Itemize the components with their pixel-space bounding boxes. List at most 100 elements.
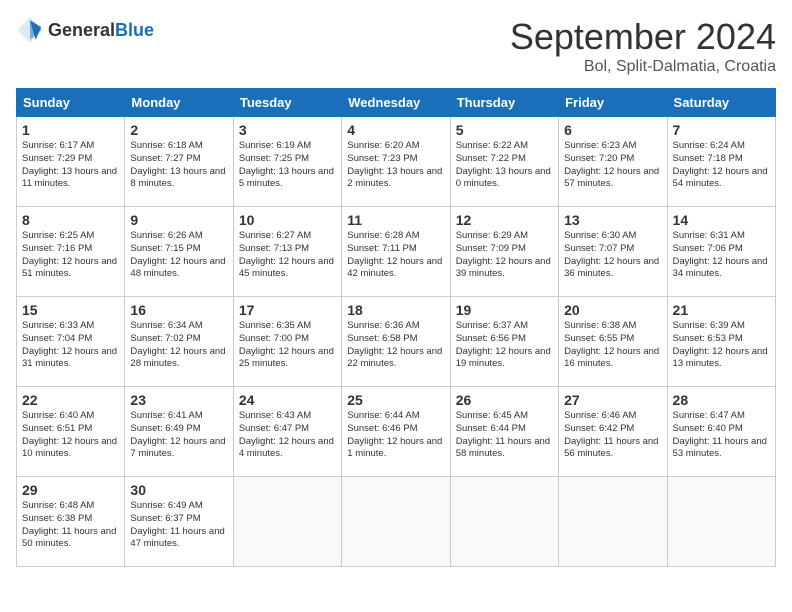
logo: GeneralBlue: [16, 16, 154, 44]
calendar-day-18: 18 Sunrise: 6:36 AMSunset: 6:58 PMDayligh…: [342, 297, 450, 387]
calendar-day-15: 15 Sunrise: 6:33 AMSunset: 7:04 PMDayligh…: [17, 297, 125, 387]
calendar-day-10: 10Sunrise: 6:27 AMSunset: 7:13 PMDayligh…: [233, 207, 341, 297]
day-number: 12: [456, 212, 553, 228]
header-friday: Friday: [559, 89, 667, 117]
calendar-week-2: 8Sunrise: 6:25 AMSunset: 7:16 PMDaylight…: [17, 207, 776, 297]
day-number: 19: [456, 302, 553, 318]
logo-blue: Blue: [115, 20, 154, 40]
cell-details: Sunrise: 6:45 AMSunset: 6:44 PMDaylight:…: [456, 410, 553, 461]
calendar-location: Bol, Split-Dalmatia, Croatia: [510, 58, 776, 76]
cell-details: Sunrise: 6:30 AMSunset: 7:07 PMDaylight:…: [564, 230, 661, 281]
cell-details: Sunrise: 6:26 AMSunset: 7:15 PMDaylight:…: [130, 230, 227, 281]
calendar-day-9: 9 Sunrise: 6:26 AMSunset: 7:15 PMDaylight…: [125, 207, 233, 297]
empty-cell: [450, 477, 558, 567]
page-header: GeneralBlue September 2024 Bol, Split-Da…: [16, 16, 776, 76]
day-number: 29: [22, 482, 119, 498]
cell-details: Sunrise: 6:43 AMSunset: 6:47 PMDaylight:…: [239, 410, 336, 461]
day-number: 7: [673, 122, 770, 138]
day-number: 15: [22, 302, 119, 318]
cell-details: Sunrise: 6:31 AMSunset: 7:06 PMDaylight:…: [673, 230, 770, 281]
calendar-table: SundayMondayTuesdayWednesdayThursdayFrid…: [16, 88, 776, 567]
calendar-week-4: 22Sunrise: 6:40 AMSunset: 6:51 PMDayligh…: [17, 387, 776, 477]
calendar-day-19: 19Sunrise: 6:37 AMSunset: 6:56 PMDayligh…: [450, 297, 558, 387]
cell-details: Sunrise: 6:20 AMSunset: 7:23 PMDaylight:…: [347, 140, 444, 191]
title-block: September 2024 Bol, Split-Dalmatia, Croa…: [510, 16, 776, 76]
day-number: 27: [564, 392, 661, 408]
logo-icon: [16, 16, 44, 44]
cell-details: Sunrise: 6:29 AMSunset: 7:09 PMDaylight:…: [456, 230, 553, 281]
day-number: 24: [239, 392, 336, 408]
day-number: 11: [347, 212, 444, 228]
calendar-day-30: 30 Sunrise: 6:49 AMSunset: 6:37 PMDayligh…: [125, 477, 233, 567]
calendar-week-5: 29Sunrise: 6:48 AMSunset: 6:38 PMDayligh…: [17, 477, 776, 567]
calendar-day-14: 14 Sunrise: 6:31 AMSunset: 7:06 PMDayligh…: [667, 207, 775, 297]
day-number: 14: [673, 212, 770, 228]
calendar-day-16: 16Sunrise: 6:34 AMSunset: 7:02 PMDayligh…: [125, 297, 233, 387]
calendar-day-6: 6 Sunrise: 6:23 AMSunset: 7:20 PMDaylight…: [559, 117, 667, 207]
calendar-day-4: 4 Sunrise: 6:20 AMSunset: 7:23 PMDaylight…: [342, 117, 450, 207]
empty-cell: [233, 477, 341, 567]
calendar-day-23: 23Sunrise: 6:41 AMSunset: 6:49 PMDayligh…: [125, 387, 233, 477]
cell-details: Sunrise: 6:24 AMSunset: 7:18 PMDaylight:…: [673, 140, 770, 191]
cell-details: Sunrise: 6:33 AMSunset: 7:04 PMDaylight:…: [22, 320, 119, 371]
day-number: 10: [239, 212, 336, 228]
empty-cell: [342, 477, 450, 567]
calendar-day-29: 29Sunrise: 6:48 AMSunset: 6:38 PMDayligh…: [17, 477, 125, 567]
logo-general: General: [48, 20, 115, 40]
calendar-day-17: 17 Sunrise: 6:35 AMSunset: 7:00 PMDayligh…: [233, 297, 341, 387]
calendar-day-28: 28 Sunrise: 6:47 AMSunset: 6:40 PMDayligh…: [667, 387, 775, 477]
cell-details: Sunrise: 6:35 AMSunset: 7:00 PMDaylight:…: [239, 320, 336, 371]
header-thursday: Thursday: [450, 89, 558, 117]
day-number: 4: [347, 122, 444, 138]
header-wednesday: Wednesday: [342, 89, 450, 117]
cell-details: Sunrise: 6:41 AMSunset: 6:49 PMDaylight:…: [130, 410, 227, 461]
calendar-day-2: 2 Sunrise: 6:18 AMSunset: 7:27 PMDaylight…: [125, 117, 233, 207]
cell-details: Sunrise: 6:40 AMSunset: 6:51 PMDaylight:…: [22, 410, 119, 461]
day-number: 30: [130, 482, 227, 498]
header-monday: Monday: [125, 89, 233, 117]
day-number: 8: [22, 212, 119, 228]
day-number: 26: [456, 392, 553, 408]
calendar-day-8: 8Sunrise: 6:25 AMSunset: 7:16 PMDaylight…: [17, 207, 125, 297]
cell-details: Sunrise: 6:18 AMSunset: 7:27 PMDaylight:…: [130, 140, 227, 191]
empty-cell: [667, 477, 775, 567]
cell-details: Sunrise: 6:22 AMSunset: 7:22 PMDaylight:…: [456, 140, 553, 191]
day-number: 13: [564, 212, 661, 228]
calendar-week-1: 1Sunrise: 6:17 AMSunset: 7:29 PMDaylight…: [17, 117, 776, 207]
day-number: 21: [673, 302, 770, 318]
calendar-day-12: 12 Sunrise: 6:29 AMSunset: 7:09 PMDayligh…: [450, 207, 558, 297]
cell-details: Sunrise: 6:46 AMSunset: 6:42 PMDaylight:…: [564, 410, 661, 461]
calendar-day-20: 20Sunrise: 6:38 AMSunset: 6:55 PMDayligh…: [559, 297, 667, 387]
calendar-week-3: 15 Sunrise: 6:33 AMSunset: 7:04 PMDayligh…: [17, 297, 776, 387]
cell-details: Sunrise: 6:17 AMSunset: 7:29 PMDaylight:…: [22, 140, 119, 191]
day-number: 28: [673, 392, 770, 408]
day-number: 3: [239, 122, 336, 138]
header-tuesday: Tuesday: [233, 89, 341, 117]
cell-details: Sunrise: 6:38 AMSunset: 6:55 PMDaylight:…: [564, 320, 661, 371]
calendar-day-1: 1Sunrise: 6:17 AMSunset: 7:29 PMDaylight…: [17, 117, 125, 207]
cell-details: Sunrise: 6:49 AMSunset: 6:37 PMDaylight:…: [130, 500, 227, 551]
day-number: 9: [130, 212, 227, 228]
calendar-header-row: SundayMondayTuesdayWednesdayThursdayFrid…: [17, 89, 776, 117]
day-number: 25: [347, 392, 444, 408]
calendar-day-3: 3Sunrise: 6:19 AMSunset: 7:25 PMDaylight…: [233, 117, 341, 207]
day-number: 2: [130, 122, 227, 138]
cell-details: Sunrise: 6:36 AMSunset: 6:58 PMDaylight:…: [347, 320, 444, 371]
cell-details: Sunrise: 6:23 AMSunset: 7:20 PMDaylight:…: [564, 140, 661, 191]
cell-details: Sunrise: 6:34 AMSunset: 7:02 PMDaylight:…: [130, 320, 227, 371]
calendar-day-21: 21 Sunrise: 6:39 AMSunset: 6:53 PMDayligh…: [667, 297, 775, 387]
calendar-day-25: 25 Sunrise: 6:44 AMSunset: 6:46 PMDayligh…: [342, 387, 450, 477]
cell-details: Sunrise: 6:44 AMSunset: 6:46 PMDaylight:…: [347, 410, 444, 461]
calendar-day-22: 22Sunrise: 6:40 AMSunset: 6:51 PMDayligh…: [17, 387, 125, 477]
calendar-day-24: 24 Sunrise: 6:43 AMSunset: 6:47 PMDayligh…: [233, 387, 341, 477]
day-number: 18: [347, 302, 444, 318]
day-number: 17: [239, 302, 336, 318]
calendar-day-27: 27 Sunrise: 6:46 AMSunset: 6:42 PMDayligh…: [559, 387, 667, 477]
day-number: 6: [564, 122, 661, 138]
header-saturday: Saturday: [667, 89, 775, 117]
cell-details: Sunrise: 6:47 AMSunset: 6:40 PMDaylight:…: [673, 410, 770, 461]
cell-details: Sunrise: 6:39 AMSunset: 6:53 PMDaylight:…: [673, 320, 770, 371]
calendar-day-11: 11Sunrise: 6:28 AMSunset: 7:11 PMDayligh…: [342, 207, 450, 297]
calendar-day-5: 5 Sunrise: 6:22 AMSunset: 7:22 PMDaylight…: [450, 117, 558, 207]
day-number: 5: [456, 122, 553, 138]
